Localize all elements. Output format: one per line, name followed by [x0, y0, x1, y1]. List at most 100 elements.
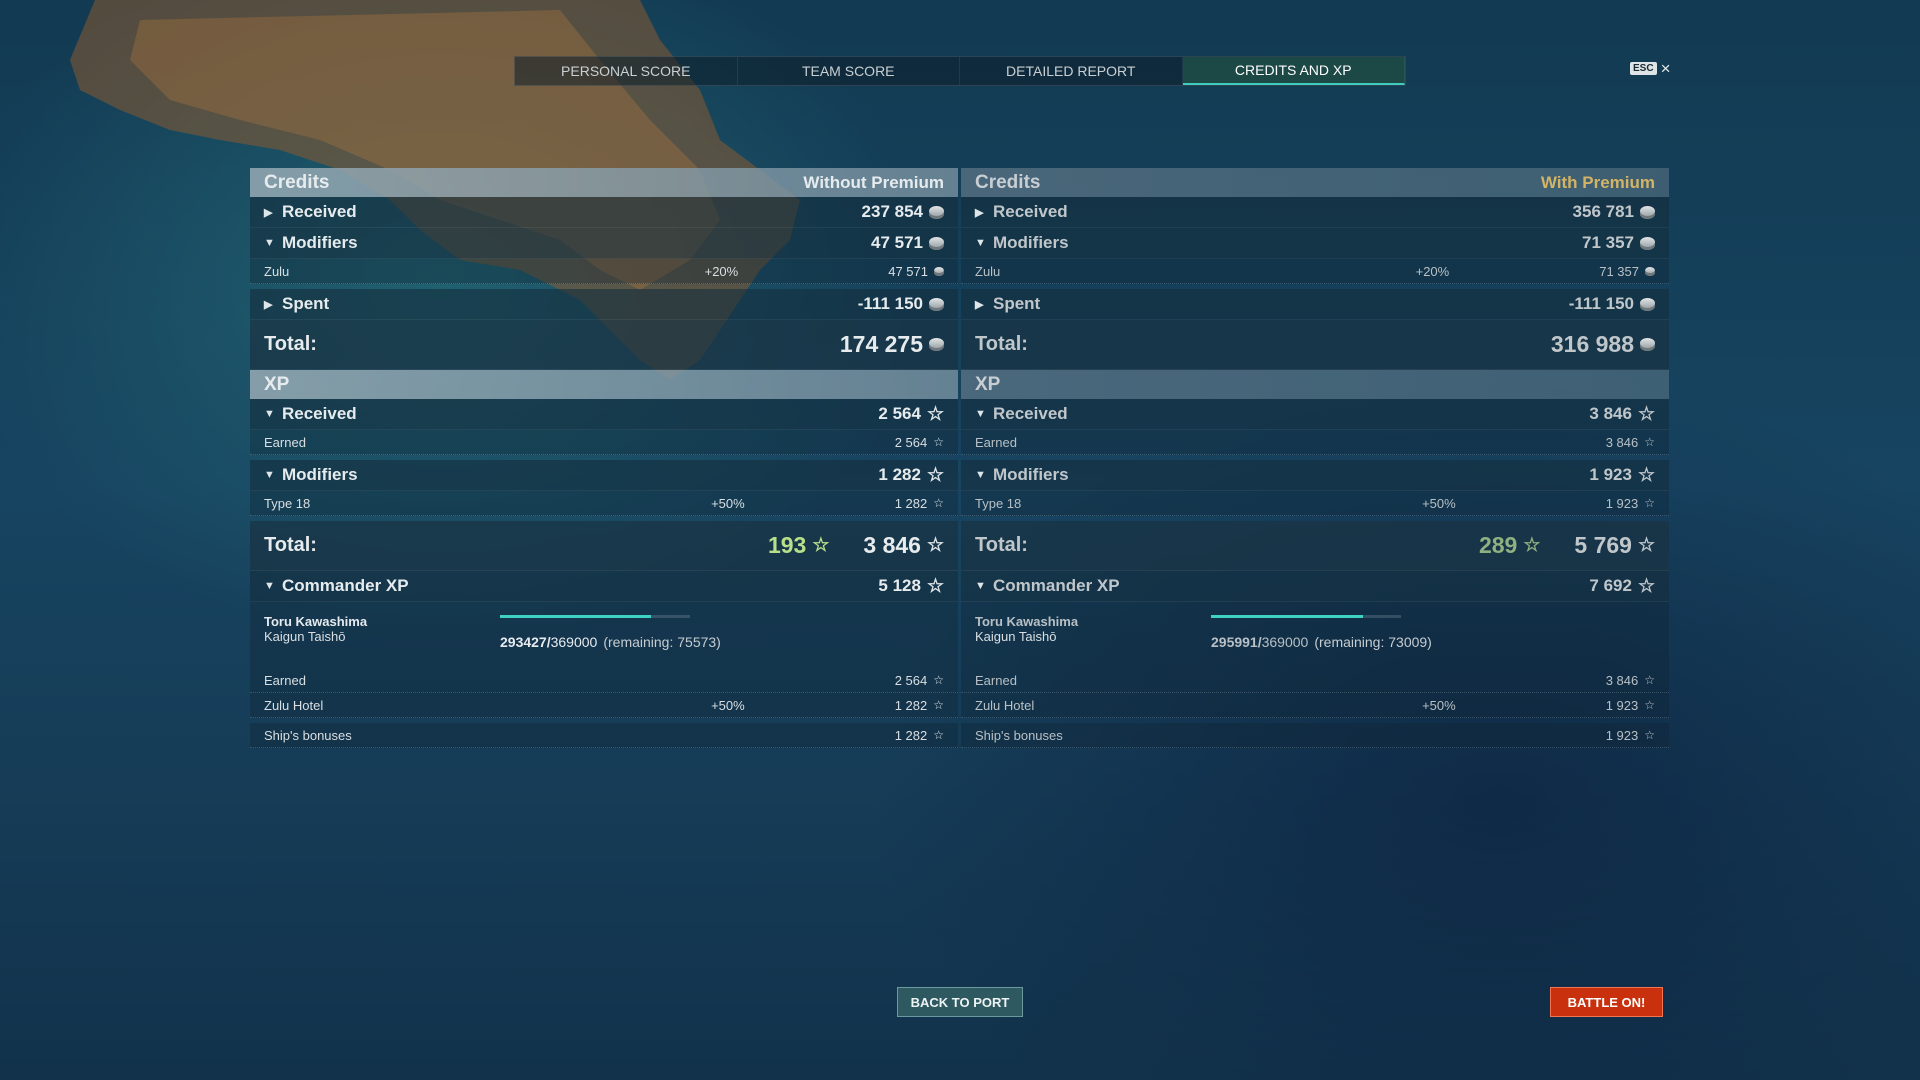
total-value: 5 769 — [1574, 532, 1632, 558]
tab-team-score[interactable]: TEAM SCORE — [738, 57, 960, 85]
credits-spent-row[interactable]: ▶ Spent -111 150 — [250, 289, 958, 320]
total-value: 3 846 — [863, 532, 921, 558]
chevron-down-icon: ▼ — [975, 580, 986, 592]
xp-star-icon: ☆ — [1637, 464, 1655, 486]
chevron-right-icon: ▶ — [264, 298, 273, 311]
battle-on-button[interactable]: BATTLE ON! — [1550, 987, 1663, 1017]
row-label: Spent — [993, 294, 1041, 313]
commander-max-xp: 369000 — [550, 634, 598, 650]
credits-modifiers-row[interactable]: ▼ Modifiers 47 571 — [250, 228, 958, 259]
total-label: Total: — [264, 333, 317, 355]
row-label: Received — [993, 202, 1068, 221]
xp-received-row[interactable]: ▼ Received 2 564 ☆ — [250, 399, 958, 430]
credits-coin-icon — [1640, 338, 1655, 351]
row-label: Earned — [264, 672, 306, 688]
cmd-bonus-row: Ship's bonuses 1 923 ☆ — [961, 723, 1669, 748]
row-label: Modifiers — [993, 465, 1069, 484]
xp-received-row[interactable]: ▼ Received 3 846 ☆ — [961, 399, 1669, 430]
row-label: Zulu — [975, 263, 1001, 279]
xp-star-icon: ☆ — [1637, 403, 1655, 425]
modifier-percent: +50% — [1422, 697, 1456, 713]
row-value: 237 854 — [861, 202, 923, 221]
credits-received-row[interactable]: ▶ Received 356 781 — [961, 197, 1669, 228]
xp-title: XP — [264, 373, 290, 395]
panel-with-premium: Credits With Premium ▶ Received 356 781 ▼ Mo… — [961, 168, 1669, 748]
row-value: -111 150 — [1568, 294, 1634, 313]
xp-star-icon: ☆ — [1644, 496, 1655, 510]
cmd-earned-row: Earned 2 564 ☆ — [250, 668, 958, 693]
xp-star-icon: ☆ — [933, 496, 944, 510]
chevron-down-icon: ▼ — [975, 237, 986, 249]
commander-progress-text: 295991/369000 (remaining: 73009) — [1211, 634, 1432, 650]
xp-modifiers-row[interactable]: ▼ Modifiers 1 923 ☆ — [961, 460, 1669, 491]
row-value: 47 571 — [888, 263, 928, 279]
modifier-percent: +50% — [711, 495, 745, 511]
chevron-down-icon: ▼ — [975, 469, 986, 481]
xp-earned-row: Earned 3 846 ☆ — [961, 430, 1669, 455]
total-label: Total: — [264, 534, 317, 556]
commander-progress-text: 293427/369000 (remaining: 75573) — [500, 634, 721, 650]
modifier-detail-row: Zulu +20% 47 571 — [250, 259, 958, 284]
xp-header: XP — [961, 370, 1669, 399]
tab-detailed-report[interactable]: DETAILED REPORT — [960, 57, 1183, 85]
row-label: Earned — [975, 672, 1017, 688]
row-value: 3 846 — [1605, 434, 1639, 450]
tab-personal-score[interactable]: PERSONAL SCORE — [515, 57, 738, 85]
commander-max-xp: 369000 — [1261, 634, 1309, 650]
credits-total-row: Total: 316 988 — [961, 320, 1669, 370]
xp-star-icon: ☆ — [1637, 535, 1655, 556]
row-value: 71 357 — [1582, 233, 1634, 252]
credits-coin-icon — [929, 205, 944, 219]
chevron-right-icon: ▶ — [264, 206, 273, 219]
row-value: 1 923 — [1605, 727, 1639, 743]
xp-header: XP — [250, 370, 958, 399]
free-xp-value: 289 — [1478, 532, 1518, 558]
credits-header: Credits With Premium — [961, 168, 1669, 197]
commander-xp-row[interactable]: ▼ Commander XP 7 692 ☆ — [961, 571, 1669, 602]
total-label: Total: — [975, 333, 1028, 355]
back-to-port-button[interactable]: BACK TO PORT — [897, 987, 1023, 1017]
credits-total-row: Total: 174 275 — [250, 320, 958, 370]
row-value: 71 357 — [1599, 263, 1639, 279]
credits-modifiers-row[interactable]: ▼ Modifiers 71 357 — [961, 228, 1669, 259]
xp-star-icon: ☆ — [1644, 728, 1655, 742]
xp-star-icon: ☆ — [926, 403, 944, 425]
free-xp-star-icon: ☆ — [1523, 535, 1541, 556]
commander-info: Toru Kawashima Kaigun Taishō 293427/3690… — [250, 602, 958, 668]
row-value: 3 846 — [1605, 672, 1639, 688]
esc-close-button[interactable]: ESC × — [1630, 58, 1671, 78]
credits-coin-icon — [1645, 266, 1655, 276]
xp-star-icon: ☆ — [926, 575, 944, 597]
row-value: 7 692 — [1589, 576, 1632, 595]
commander-xp-row[interactable]: ▼ Commander XP 5 128 ☆ — [250, 571, 958, 602]
xp-star-icon: ☆ — [933, 673, 944, 687]
xp-modifiers-row[interactable]: ▼ Modifiers 1 282 ☆ — [250, 460, 958, 491]
row-label: Spent — [282, 294, 330, 313]
row-label: Type 18 — [975, 495, 1022, 511]
panel-without-premium: Credits Without Premium ▶ Received 237 854 … — [250, 168, 958, 748]
close-icon: × — [1660, 58, 1671, 78]
modifier-detail-row: Zulu +20% 71 357 — [961, 259, 1669, 284]
xp-star-icon: ☆ — [1637, 575, 1655, 597]
row-value: -111 150 — [857, 294, 923, 313]
xp-star-icon: ☆ — [1644, 698, 1655, 712]
credits-title: Credits — [975, 171, 1041, 193]
free-xp-star-icon: ☆ — [812, 535, 830, 556]
commander-progress-bar — [1211, 615, 1401, 618]
commander-progress-fill — [500, 615, 652, 618]
chevron-down-icon: ▼ — [264, 408, 275, 420]
row-label: Received — [282, 202, 357, 221]
credits-coin-icon — [1640, 205, 1655, 219]
commander-info: Toru Kawashima Kaigun Taishō 295991/3690… — [961, 602, 1669, 668]
total-value: 174 275 — [839, 331, 923, 357]
row-value: 5 128 — [878, 576, 921, 595]
credits-received-row[interactable]: ▶ Received 237 854 — [250, 197, 958, 228]
chevron-down-icon: ▼ — [264, 469, 275, 481]
commander-remaining-xp: (remaining: 75573) — [603, 634, 721, 650]
credits-spent-row[interactable]: ▶ Spent -111 150 — [961, 289, 1669, 320]
row-value: 1 282 — [894, 727, 928, 743]
tab-credits-and-xp[interactable]: CREDITS AND XP — [1182, 57, 1405, 85]
credits-coin-icon — [929, 338, 944, 351]
commander-remaining-xp: (remaining: 73009) — [1314, 634, 1432, 650]
row-value: 3 846 — [1589, 404, 1632, 423]
